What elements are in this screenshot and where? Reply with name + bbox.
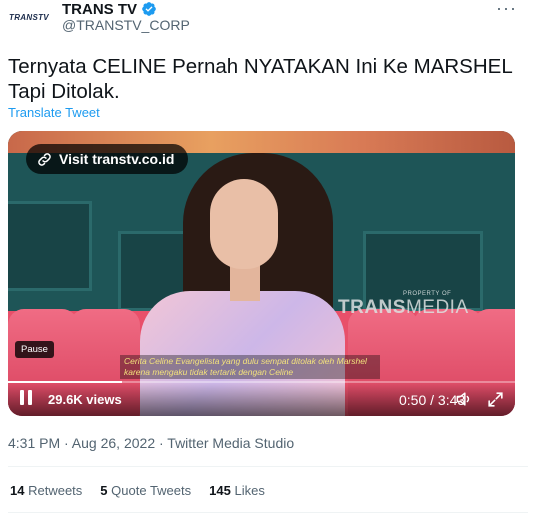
- likes-label: Likes: [234, 483, 265, 498]
- visit-site-label: Visit transtv.co.id: [59, 151, 175, 167]
- watermark-bold: TRANS: [338, 297, 406, 318]
- pause-tooltip: Pause: [15, 341, 54, 358]
- video-subtitle: Cerita Celine Evangelista yang dulu semp…: [120, 355, 380, 379]
- video-player[interactable]: PROPERTY OF TRANSMEDIA Visit transtv.co.…: [8, 131, 515, 416]
- account-handle[interactable]: @TRANSTV_CORP: [62, 17, 190, 33]
- link-icon: [38, 152, 51, 166]
- pause-icon[interactable]: [20, 390, 38, 408]
- engagement-stats: 14 Retweets 5 Quote Tweets 145 Likes: [10, 483, 283, 498]
- retweets-label: Retweets: [28, 483, 83, 498]
- tweet-header: TRANSTV TRANS TV @TRANSTV_CORP ···: [0, 0, 535, 46]
- divider: [8, 466, 528, 467]
- video-controls: 29.6K views 0:50 / 3:43: [8, 383, 515, 416]
- verified-badge-icon: [142, 2, 156, 16]
- volume-icon[interactable]: [454, 389, 474, 409]
- quote-tweets-count: 5: [100, 483, 108, 498]
- avatar[interactable]: TRANSTV: [6, 7, 52, 27]
- name-row[interactable]: TRANS TV: [62, 0, 157, 18]
- visit-site-button[interactable]: Visit transtv.co.id: [26, 144, 189, 174]
- more-options-icon[interactable]: ···: [496, 0, 517, 19]
- display-name[interactable]: TRANS TV: [62, 1, 137, 18]
- likes-stat[interactable]: 145 Likes: [209, 483, 265, 498]
- watermark-light: MEDIA: [405, 297, 469, 318]
- retweets-stat[interactable]: 14 Retweets: [10, 483, 82, 498]
- wall-panel: [8, 201, 92, 291]
- view-count: 29.6K views: [48, 392, 122, 407]
- retweets-count: 14: [10, 483, 25, 498]
- avatar-logo-text: TRANSTV: [9, 12, 49, 22]
- quote-tweets-label: Quote Tweets: [111, 483, 192, 498]
- quote-tweets-stat[interactable]: 5 Quote Tweets: [100, 483, 191, 498]
- transmedia-watermark: TRANSMEDIA: [338, 297, 469, 319]
- likes-count: 145: [209, 483, 231, 498]
- translate-tweet-link[interactable]: Translate Tweet: [8, 105, 100, 120]
- tweet-timestamp[interactable]: 4:31 PM · Aug 26, 2022 · Twitter Media S…: [8, 435, 294, 451]
- fullscreen-icon[interactable]: [486, 390, 505, 409]
- video-person-face: [210, 179, 278, 269]
- tweet-text: Ternyata CELINE Pernah NYATAKAN Ini Ke M…: [8, 55, 512, 103]
- divider: [8, 512, 528, 513]
